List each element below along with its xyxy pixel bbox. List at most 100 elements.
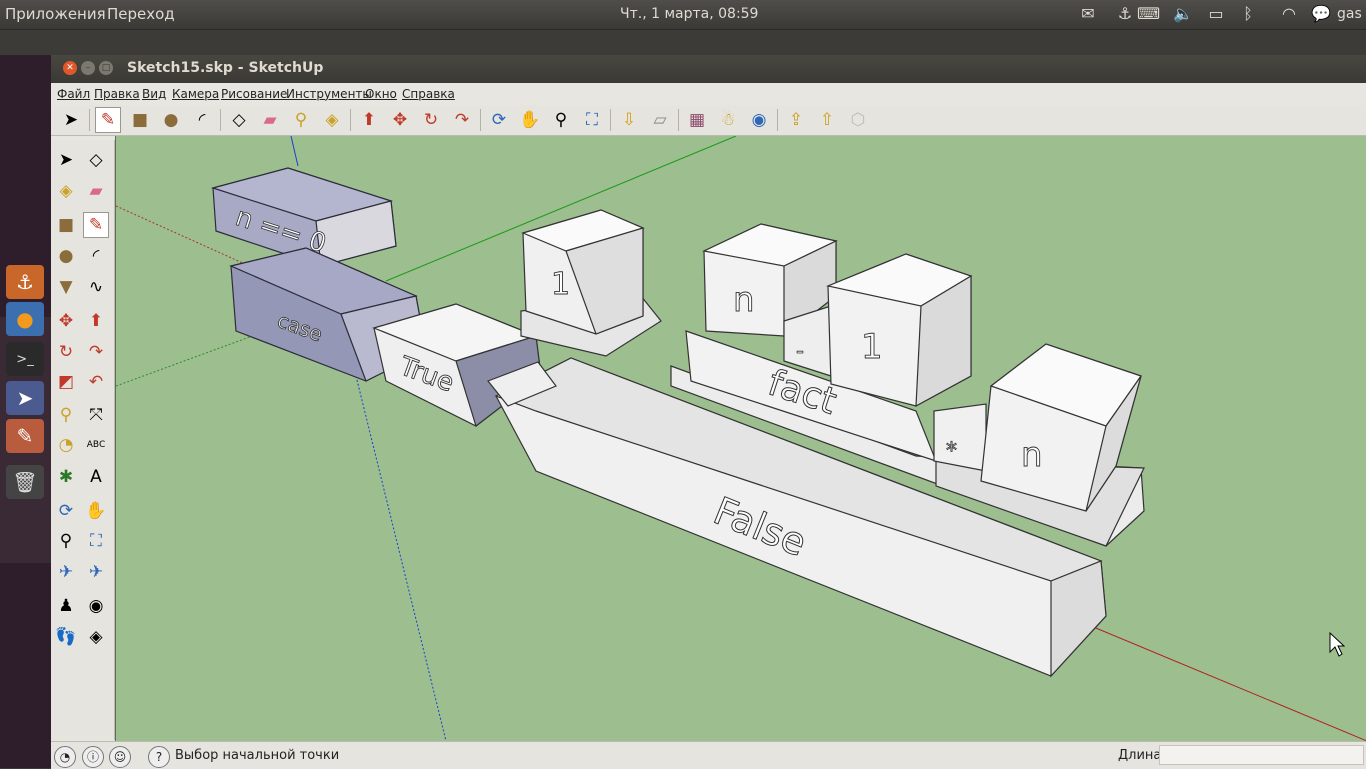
orbit-icon[interactable]: ⟳	[486, 107, 512, 133]
tape-measure-icon[interactable]: ⚲	[53, 402, 79, 428]
paint-bucket-icon[interactable]: ◈	[53, 178, 79, 204]
position-camera-icon[interactable]: ♟	[53, 593, 79, 619]
previous-icon[interactable]: ✈	[83, 559, 109, 585]
minimize-icon[interactable]: –	[81, 61, 95, 75]
close-icon[interactable]: ✕	[63, 61, 77, 75]
follow-me-icon[interactable]: ↷	[449, 107, 475, 133]
follow-me-icon[interactable]: ↷	[83, 339, 109, 365]
arc-icon[interactable]: ◜	[83, 243, 109, 269]
user-name[interactable]: gas	[1337, 6, 1362, 22]
rotate-icon[interactable]: ↻	[418, 107, 444, 133]
pan-icon[interactable]: ✋	[517, 107, 543, 133]
keyboard-icon[interactable]: ⌨	[1137, 4, 1160, 24]
text-icon[interactable]: ABC	[83, 432, 109, 458]
next-view-icon[interactable]: ▱	[647, 107, 673, 133]
move-icon[interactable]: ✥	[53, 308, 79, 334]
times-block[interactable]	[933, 403, 987, 472]
sketchup-window: ✕ – □ Sketch15.skp - SketchUp Файл Правк…	[51, 55, 1366, 769]
get-models-icon[interactable]: ◉	[746, 107, 772, 133]
chat-icon[interactable]: 💬	[1310, 4, 1332, 24]
zoom-extents-icon[interactable]: ✈	[53, 559, 79, 585]
one-b-cube[interactable]	[825, 253, 973, 408]
menu-file[interactable]: Файл	[57, 87, 90, 101]
menu-view[interactable]: Вид	[142, 87, 166, 101]
geo-location-icon[interactable]: ◔	[54, 746, 76, 768]
axes-icon[interactable]: ✱	[53, 464, 79, 490]
rectangle-icon[interactable]: ■	[127, 107, 153, 133]
walk-icon[interactable]: 👣	[53, 624, 79, 650]
zoom-window-icon[interactable]: ⛶	[83, 528, 109, 554]
trash-icon[interactable]: 🗑	[6, 465, 44, 499]
zoom-icon[interactable]: ⚲	[53, 528, 79, 554]
components-icon[interactable]: ▦	[684, 107, 710, 133]
battery-icon[interactable]: ▭	[1205, 4, 1227, 24]
circle-icon[interactable]: ●	[158, 107, 184, 133]
wifi-icon[interactable]: ◠	[1278, 4, 1300, 24]
volume-icon[interactable]: 🔈	[1172, 4, 1194, 24]
make-component-icon[interactable]: ◇	[226, 107, 252, 133]
one-block[interactable]	[520, 209, 662, 357]
upload-icon[interactable]: ⇧	[814, 107, 840, 133]
previous-view-icon[interactable]: ⇩	[616, 107, 642, 133]
orbit-icon[interactable]: ⟳	[53, 498, 79, 524]
anchor-icon[interactable]: ⚓	[6, 265, 44, 299]
menu-draw[interactable]: Рисование	[221, 87, 287, 101]
applications-menu[interactable]: Приложения	[5, 5, 106, 23]
large-toolset: ➤ ◇ ◈ ▰ ■ ✎ ● ◜ ▼ ∿ ✥ ⬆ ↻ ↷ ◩ ↶ ⚲ ⤧ ◔ AB…	[51, 140, 115, 740]
clock[interactable]: Чт., 1 марта, 08:59	[620, 6, 758, 22]
rectangle-icon[interactable]: ■	[53, 212, 79, 238]
share-model-icon[interactable]: ⇪	[783, 107, 809, 133]
drawing-viewport[interactable]: n == 0 case True 1 fact n - 1 * n False	[115, 136, 1366, 741]
push-pull-icon[interactable]: ⬆	[83, 308, 109, 334]
pointer-app-icon[interactable]: ➤	[6, 381, 44, 415]
measurements-input[interactable]	[1159, 745, 1364, 765]
panel-strip	[0, 29, 1366, 56]
user-icon[interactable]: ☺	[109, 746, 131, 768]
eraser-icon[interactable]: ▰	[83, 178, 109, 204]
pencil-icon[interactable]: ✎	[83, 212, 109, 238]
dimension-icon[interactable]: ⤧	[83, 402, 109, 428]
3d-text-icon[interactable]: A	[83, 464, 109, 490]
anchor-icon[interactable]: ⚓	[1114, 4, 1136, 24]
n-label: n	[733, 280, 755, 320]
menu-camera[interactable]: Камера	[172, 87, 219, 101]
eraser-icon[interactable]: ▰	[257, 107, 283, 133]
arc-icon[interactable]: ◜	[189, 107, 215, 133]
offset-icon[interactable]: ↶	[83, 369, 109, 395]
circle-icon[interactable]: ●	[53, 243, 79, 269]
paint-bucket-icon[interactable]: ◈	[319, 107, 345, 133]
rotate-icon[interactable]: ↻	[53, 339, 79, 365]
zoom-extents-icon[interactable]: ⛶	[579, 107, 605, 133]
select-icon[interactable]: ➤	[58, 107, 84, 133]
firefox-icon[interactable]: ●	[6, 302, 44, 336]
maximize-icon[interactable]: □	[99, 61, 113, 75]
sketchup-icon[interactable]: ✎	[6, 419, 44, 453]
tape-measure-icon[interactable]: ⚲	[288, 107, 314, 133]
menu-edit[interactable]: Правка	[94, 87, 140, 101]
mail-icon[interactable]: ✉	[1077, 4, 1099, 24]
polygon-icon[interactable]: ▼	[53, 274, 79, 300]
pencil-icon[interactable]: ✎	[95, 107, 121, 133]
bluetooth-icon[interactable]: ᛒ	[1237, 4, 1259, 24]
credits-icon[interactable]: ⓘ	[82, 746, 104, 768]
help-icon[interactable]: ?	[148, 746, 170, 768]
places-menu[interactable]: Переход	[107, 5, 175, 23]
look-around-icon[interactable]: ◉	[83, 593, 109, 619]
menu-help[interactable]: Справка	[402, 87, 455, 101]
protractor-icon[interactable]: ◔	[53, 432, 79, 458]
scale-icon[interactable]: ◩	[53, 369, 79, 395]
position-camera-icon[interactable]: ☃	[715, 107, 741, 133]
make-component-icon[interactable]: ◇	[83, 147, 109, 173]
push-pull-icon[interactable]: ⬆	[356, 107, 382, 133]
pan-icon[interactable]: ✋	[83, 498, 109, 524]
menu-window[interactable]: Окно	[365, 87, 397, 101]
zoom-icon[interactable]: ⚲	[548, 107, 574, 133]
move-icon[interactable]: ✥	[387, 107, 413, 133]
freehand-icon[interactable]: ∿	[83, 274, 109, 300]
select-icon[interactable]: ➤	[53, 147, 79, 173]
terminal-icon[interactable]: >_	[6, 342, 44, 376]
section-plane-icon[interactable]: ◈	[83, 624, 109, 650]
statusbar: ◔ ⓘ ☺ ? Выбор начальной точки Длина	[51, 741, 1366, 769]
menu-tools[interactable]: Инструменты	[286, 87, 372, 101]
warehouse-icon[interactable]: ⬡	[845, 107, 871, 133]
